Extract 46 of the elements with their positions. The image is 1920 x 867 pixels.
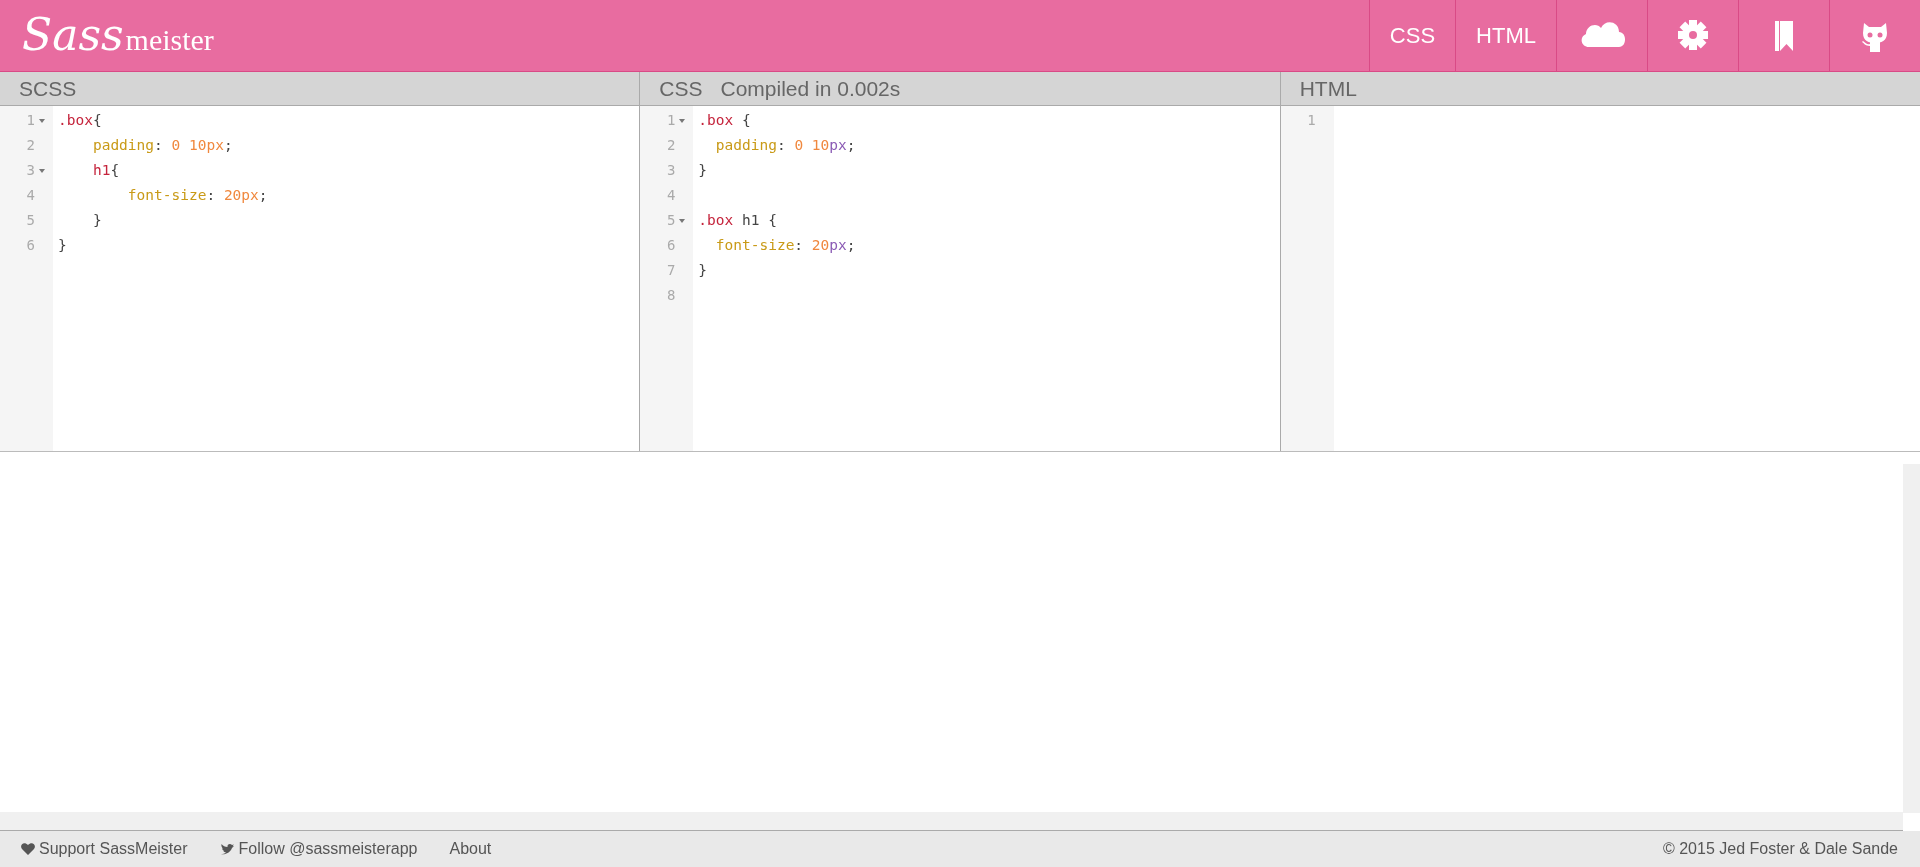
code-line: padding: 0 10px;	[91, 136, 234, 155]
footer-link[interactable]: Support SassMeister	[20, 840, 188, 858]
code-editor[interactable]: 1 2 3 4 5 6 7 8 .box { padding: 0 10px; } .box h1 { font-size: 20px; }	[640, 106, 1280, 451]
line-number: 1	[1306, 111, 1316, 130]
fold-caret-icon[interactable]	[39, 169, 45, 173]
fold-caret-icon[interactable]	[39, 119, 45, 123]
logo-script: Sass	[22, 8, 124, 62]
line-number: 2	[25, 136, 35, 155]
code-line: h1{	[91, 161, 121, 180]
code-line: font-size: 20px;	[714, 236, 857, 255]
pane-title: HTML	[1299, 76, 1357, 101]
line-number: 3	[665, 161, 676, 180]
code-line: }	[698, 261, 709, 280]
code-line: font-size: 20px;	[126, 186, 269, 205]
pane-title: SCSS	[19, 76, 77, 101]
code-line: }	[58, 236, 68, 255]
line-number: 6	[665, 236, 676, 255]
pane-title: CSS	[659, 76, 703, 101]
horizontal-scrollbar[interactable]	[0, 812, 1903, 831]
code-line: padding: 0 10px;	[714, 136, 857, 155]
code-line: .box h1 {	[698, 211, 778, 230]
line-number: 8	[665, 286, 676, 305]
line-number: 4	[665, 186, 676, 205]
fold-caret-icon[interactable]	[679, 119, 686, 123]
compile-status: Compiled in 0.002s	[720, 76, 901, 101]
bird-icon	[219, 841, 236, 857]
copyright-text: © 2015 Jed Foster & Dale Sande	[1662, 840, 1899, 858]
code-line: .box{	[58, 111, 103, 130]
code-line: }	[698, 161, 709, 180]
line-number: 1	[25, 111, 35, 130]
code-editor[interactable]: 1 2 3 4 5 6 .box{ padding: 0 10px; h1{ font-size: 20px; } }	[0, 106, 640, 451]
line-number: 5	[25, 211, 35, 230]
line-number: 3	[25, 161, 35, 180]
heart-icon	[20, 841, 36, 857]
code-line: }	[91, 211, 103, 230]
fold-caret-icon[interactable]	[679, 219, 686, 223]
line-number: 4	[25, 186, 35, 205]
line-number: 7	[665, 261, 676, 280]
footer-link[interactable]: About	[449, 840, 492, 858]
code-line: .box {	[698, 111, 752, 130]
line-number: 1	[665, 111, 676, 130]
line-number: 2	[665, 136, 676, 155]
line-number: 5	[665, 211, 676, 230]
footer-link[interactable]: Follow @sassmeisterapp	[219, 840, 418, 858]
line-number: 6	[25, 236, 35, 255]
logo-text: meister	[125, 23, 214, 57]
